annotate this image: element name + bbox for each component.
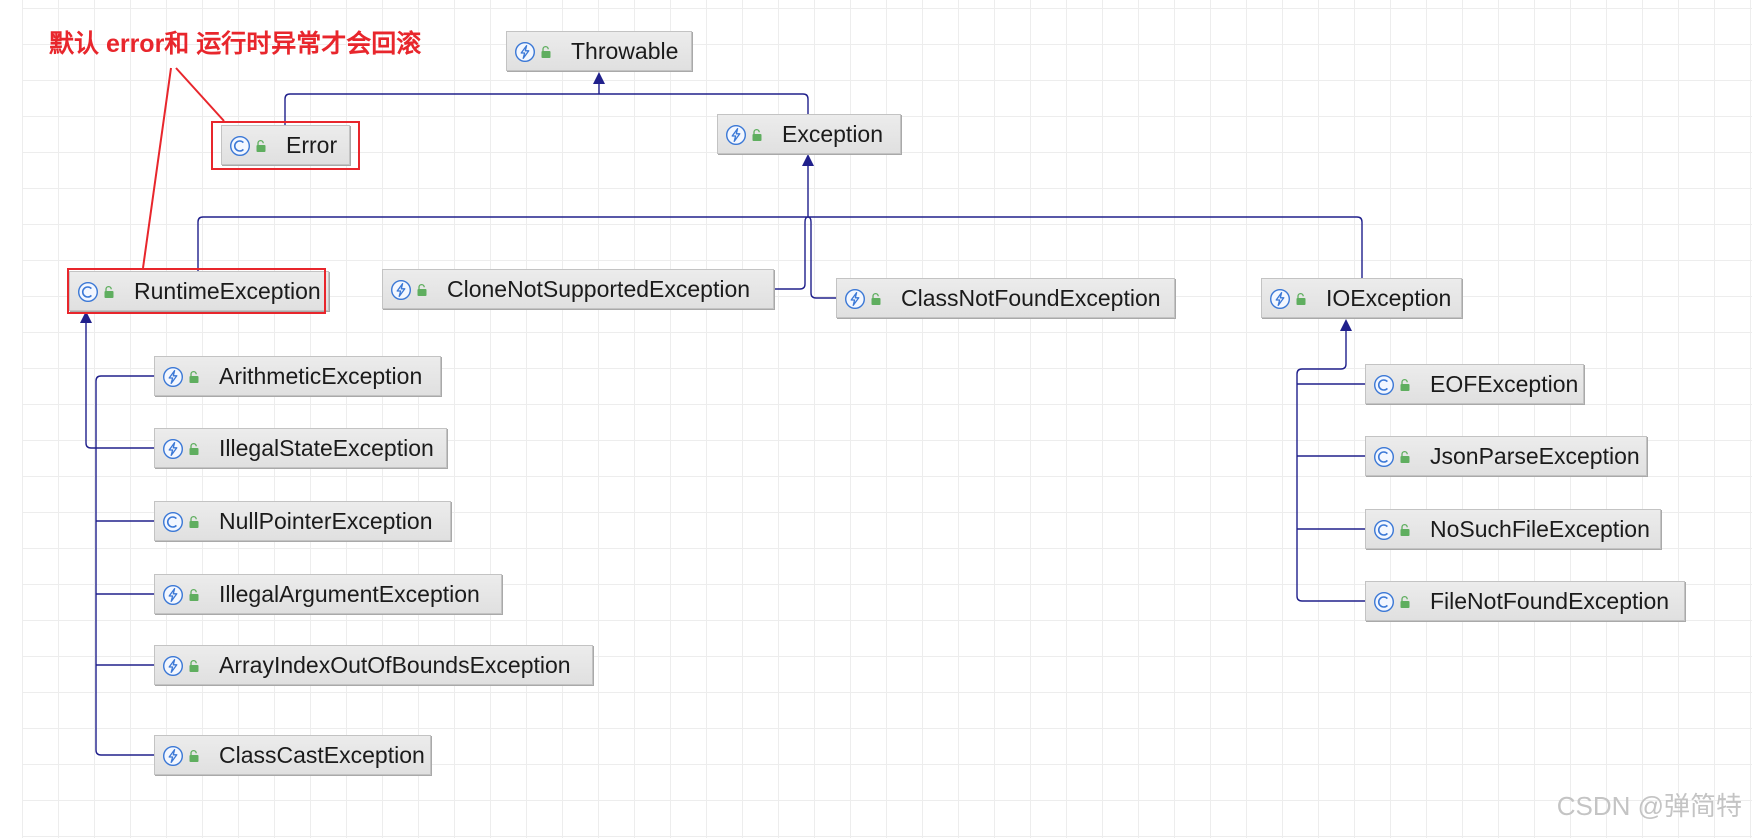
highlight-box-error — [211, 121, 360, 170]
lightning-circle-icon — [390, 279, 412, 301]
node-label: ClassCastException — [219, 742, 425, 768]
node-label: FileNotFoundException — [1430, 588, 1670, 614]
lock-icon — [1398, 450, 1412, 464]
lightning-circle-icon — [162, 366, 184, 388]
lock-icon — [187, 749, 201, 763]
lock-icon — [1398, 595, 1412, 609]
node-illegal-argument-exception[interactable]: IllegalArgumentException — [154, 574, 502, 614]
node-eof-exception[interactable]: EOFException — [1365, 364, 1584, 404]
inheritance-spine-runtime-children — [95, 375, 154, 756]
annotation-text: 默认 error和 运行时异常才会回滚 — [49, 30, 422, 58]
node-null-pointer-exception[interactable]: NullPointerException — [154, 501, 451, 541]
node-label: ArithmeticException — [219, 363, 423, 389]
node-label: IllegalArgumentException — [219, 581, 480, 607]
node-label: Throwable — [571, 38, 679, 64]
node-label: JsonParseException — [1430, 443, 1640, 469]
lock-icon — [1398, 523, 1412, 537]
inheritance-line-runtime-exception — [197, 216, 808, 271]
inheritance-stem-runtime — [85, 323, 96, 449]
lock-icon — [1398, 378, 1412, 392]
node-label: IOException — [1326, 285, 1452, 311]
arrowhead-throwable — [593, 72, 605, 84]
lock-icon — [539, 45, 553, 59]
node-label: ArrayIndexOutOfBoundsException — [219, 652, 571, 678]
inheritance-spine-io-children — [1296, 331, 1365, 602]
highlight-box-runtime-exception — [67, 268, 326, 314]
node-label: EOFException — [1430, 371, 1579, 397]
lightning-circle-icon — [162, 655, 184, 677]
node-illegal-state-exception[interactable]: IllegalStateException — [154, 428, 447, 468]
annotation-pointer-line-runtime — [142, 67, 172, 269]
node-no-such-file-exception[interactable]: NoSuchFileException — [1365, 509, 1661, 549]
class-c-icon — [162, 511, 184, 533]
class-c-icon — [1373, 446, 1395, 468]
node-label: NullPointerException — [219, 508, 433, 534]
lock-icon — [187, 515, 201, 529]
lock-icon — [187, 370, 201, 384]
lock-icon — [415, 283, 429, 297]
node-class-cast-exception[interactable]: ClassCastException — [154, 735, 431, 775]
node-io-exception[interactable]: IOException — [1261, 278, 1462, 318]
node-json-parse-exception[interactable]: JsonParseException — [1365, 436, 1647, 476]
lightning-circle-icon — [514, 41, 536, 63]
annotation-pointer-line-error — [175, 67, 225, 122]
lock-icon — [187, 588, 201, 602]
lock-icon — [869, 292, 883, 306]
node-file-not-found-exception[interactable]: FileNotFoundException — [1365, 581, 1685, 621]
watermark: CSDN @弹简特 — [1556, 791, 1742, 821]
arrowhead-io-exception — [1340, 319, 1352, 331]
lock-icon — [187, 442, 201, 456]
node-label: IllegalStateException — [219, 435, 434, 461]
inheritance-line-exception-throwable — [599, 93, 809, 114]
node-array-index-out-of-bounds-exception[interactable]: ArrayIndexOutOfBoundsException — [154, 645, 593, 685]
inheritance-line-io-exception — [808, 216, 1363, 278]
class-c-icon — [1373, 591, 1395, 613]
lightning-circle-icon — [1269, 288, 1291, 310]
lightning-circle-icon — [162, 438, 184, 460]
lightning-circle-icon — [725, 124, 747, 146]
node-label: ClassNotFoundException — [901, 285, 1161, 311]
diagram-canvas[interactable]: 默认 error和 运行时异常才会回滚 Throwable Error Exce… — [0, 0, 1752, 838]
node-label: NoSuchFileException — [1430, 516, 1650, 542]
node-class-not-found-exception[interactable]: ClassNotFoundException — [836, 278, 1175, 318]
lock-icon — [750, 128, 764, 142]
inheritance-line-class-not-found — [807, 216, 836, 299]
node-label: Exception — [782, 121, 884, 147]
lock-icon — [1294, 292, 1308, 306]
node-throwable[interactable]: Throwable — [506, 31, 692, 71]
node-clone-not-supported-exception[interactable]: CloneNotSupportedException — [382, 269, 774, 309]
class-c-icon — [1373, 374, 1395, 396]
node-label: CloneNotSupportedException — [447, 276, 751, 302]
node-exception[interactable]: Exception — [717, 114, 901, 154]
lightning-circle-icon — [162, 584, 184, 606]
arrowhead-exception — [802, 154, 814, 166]
class-c-icon — [1373, 519, 1395, 541]
inheritance-line-clone-not-supported — [774, 216, 809, 290]
lightning-circle-icon — [162, 745, 184, 767]
lock-icon — [187, 659, 201, 673]
lightning-circle-icon — [844, 288, 866, 310]
node-arithmetic-exception[interactable]: ArithmeticException — [154, 356, 441, 396]
